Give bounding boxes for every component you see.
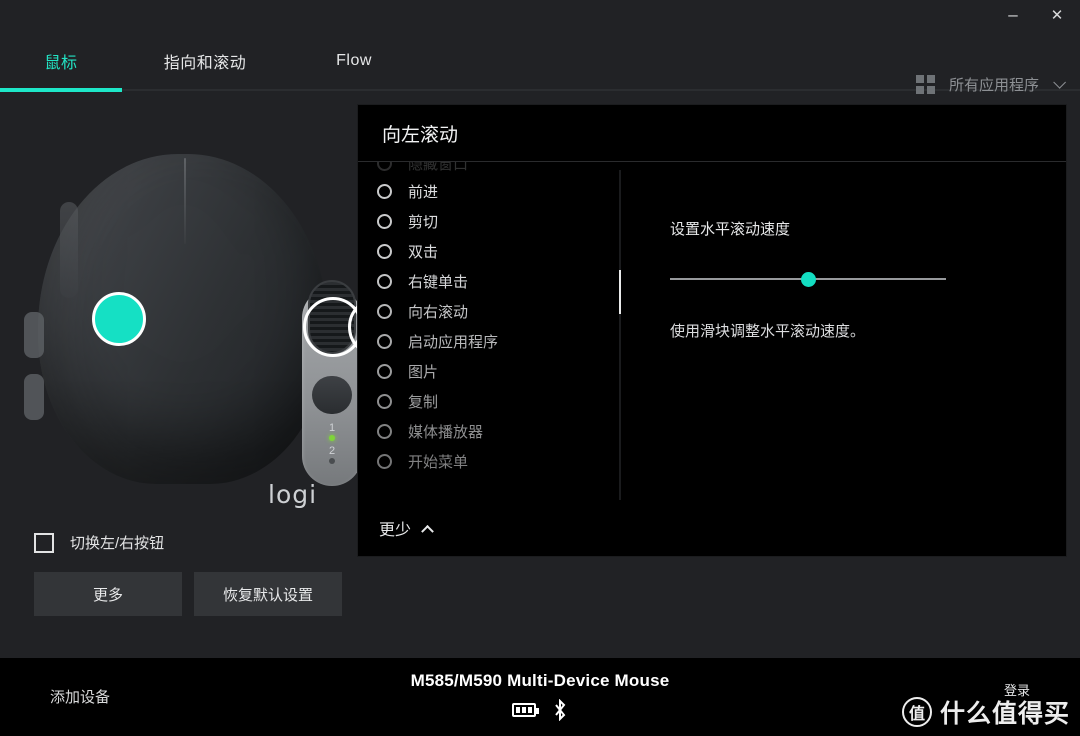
minimize-button[interactable]: – <box>1000 2 1026 28</box>
radio-icon[interactable] <box>377 273 392 289</box>
show-less-button[interactable]: 更少 <box>379 516 434 540</box>
dialog-header: 向左滚动 <box>358 105 1066 162</box>
swap-buttons-row[interactable]: 切换左/右按钮 <box>34 532 164 553</box>
watermark-text: 什么值得买 <box>939 700 1070 728</box>
device-name: M585/M590 Multi-Device Mouse <box>410 671 670 690</box>
mouse-body-shape <box>38 154 328 484</box>
dialog-body: 隐藏窗口 前进 剪切 双击 右键单击 向右滚动 启动应用程序 图片 复制 媒体播… <box>358 162 1066 502</box>
option-label: 右键单击 <box>408 273 469 291</box>
more-button[interactable]: 更多 <box>34 572 182 616</box>
option-row[interactable]: 向右滚动 <box>377 296 620 326</box>
option-label: 剪切 <box>408 213 439 231</box>
scrollbar-thumb[interactable] <box>619 270 621 314</box>
option-label: 复制 <box>408 393 439 411</box>
watermark-badge: 值 <box>901 697 932 727</box>
left-button-row: 更多 恢复默认设置 <box>34 572 342 616</box>
radio-icon[interactable] <box>377 423 392 439</box>
slider-thumb[interactable] <box>800 272 816 287</box>
device-slot-indicators: 1 2 <box>312 422 352 468</box>
option-label: 双击 <box>408 243 439 261</box>
radio-icon[interactable] <box>377 213 392 229</box>
radio-icon[interactable] <box>377 303 392 319</box>
logitech-options-window: – ✕ 鼠标 指向和滚动 Flow 所有应用程序 1 2 logi 切换左/右按… <box>0 0 1080 736</box>
restore-defaults-button[interactable]: 恢复默认设置 <box>194 572 342 616</box>
title-bar: – ✕ <box>0 0 1080 30</box>
bluetooth-icon <box>555 699 566 721</box>
tab-bar: 鼠标 指向和滚动 Flow 所有应用程序 <box>0 30 1080 95</box>
battery-full-icon <box>512 703 539 717</box>
option-row[interactable]: 隐藏窗口 <box>377 162 620 176</box>
all-applications-label: 所有应用程序 <box>948 77 1039 94</box>
option-row[interactable]: 剪切 <box>377 206 620 236</box>
device-slot-1-label: 1 <box>328 422 336 434</box>
tab-flow[interactable]: Flow <box>288 30 420 92</box>
mouse-side-button-2[interactable] <box>24 374 44 420</box>
radio-icon[interactable] <box>377 393 392 409</box>
option-list-scrollbar[interactable] <box>619 170 621 500</box>
dialog-footer: 更少 <box>358 500 1066 556</box>
tab-point-and-scroll[interactable]: 指向和滚动 <box>122 30 288 92</box>
mouse-left-button-edge <box>60 202 78 298</box>
option-label: 开始菜单 <box>408 453 469 471</box>
scroll-left-dialog: 向左滚动 隐藏窗口 前进 剪切 双击 右键单击 向右滚动 启动应用程序 图片 复… <box>357 104 1067 557</box>
option-label: 图片 <box>408 363 439 381</box>
tab-mouse[interactable]: 鼠标 <box>0 30 122 92</box>
logitech-logo: logi <box>268 480 318 509</box>
dialog-title: 向左滚动 <box>382 124 459 146</box>
device-switch-button[interactable] <box>312 376 352 414</box>
option-row[interactable]: 复制 <box>377 386 620 416</box>
radio-icon[interactable] <box>377 243 392 259</box>
window-controls: – ✕ <box>1000 0 1070 30</box>
radio-icon[interactable] <box>377 363 392 379</box>
mouse-seam <box>184 158 186 244</box>
option-row[interactable]: 开始菜单 <box>377 446 620 476</box>
option-label: 启动应用程序 <box>408 333 499 351</box>
scroll-speed-help-text: 使用滑块调整水平滚动速度。 <box>670 323 866 340</box>
radio-icon[interactable] <box>377 333 392 349</box>
radio-icon[interactable] <box>377 162 392 171</box>
grid-icon <box>915 75 935 94</box>
option-row[interactable]: 右键单击 <box>377 266 620 296</box>
scroll-speed-title: 设置水平滚动速度 <box>670 221 791 238</box>
option-row[interactable]: 前进 <box>377 176 620 206</box>
option-label: 隐藏窗口 <box>408 162 469 173</box>
device-slot-2-led <box>329 458 335 464</box>
chevron-up-icon <box>421 524 434 538</box>
show-less-label: 更少 <box>379 522 412 539</box>
mouse-illustration: 1 2 logi <box>0 92 357 512</box>
option-row[interactable]: 图片 <box>377 356 620 386</box>
bottom-bar: 添加设备 M585/M590 Multi-Device Mouse 登录 值 什… <box>0 658 1080 736</box>
mouse-side-button-1[interactable] <box>24 312 44 358</box>
option-row[interactable]: 双击 <box>377 236 620 266</box>
option-label: 媒体播放器 <box>408 423 484 441</box>
action-option-list: 隐藏窗口 前进 剪切 双击 右键单击 向右滚动 启动应用程序 图片 复制 媒体播… <box>358 162 620 502</box>
option-row[interactable]: 启动应用程序 <box>377 326 620 356</box>
option-label: 前进 <box>408 183 439 201</box>
all-applications-selector[interactable]: 所有应用程序 <box>915 74 1066 95</box>
close-button[interactable]: ✕ <box>1044 2 1070 28</box>
swap-buttons-checkbox[interactable] <box>34 532 54 553</box>
option-label: 向右滚动 <box>408 303 469 321</box>
radio-icon[interactable] <box>377 453 392 469</box>
settings-panel: 设置水平滚动速度 使用滑块调整水平滚动速度。 <box>620 162 1066 502</box>
device-slot-1-led <box>329 435 335 441</box>
site-watermark: 值 什么值得买 <box>901 694 1070 730</box>
radio-icon[interactable] <box>377 183 392 199</box>
scroll-speed-slider[interactable] <box>670 269 946 289</box>
option-row[interactable]: 媒体播放器 <box>377 416 620 446</box>
swap-buttons-label: 切换左/右按钮 <box>70 535 165 552</box>
device-slot-2-label: 2 <box>328 445 336 457</box>
scroll-left-hotspot-selected[interactable] <box>92 292 146 346</box>
